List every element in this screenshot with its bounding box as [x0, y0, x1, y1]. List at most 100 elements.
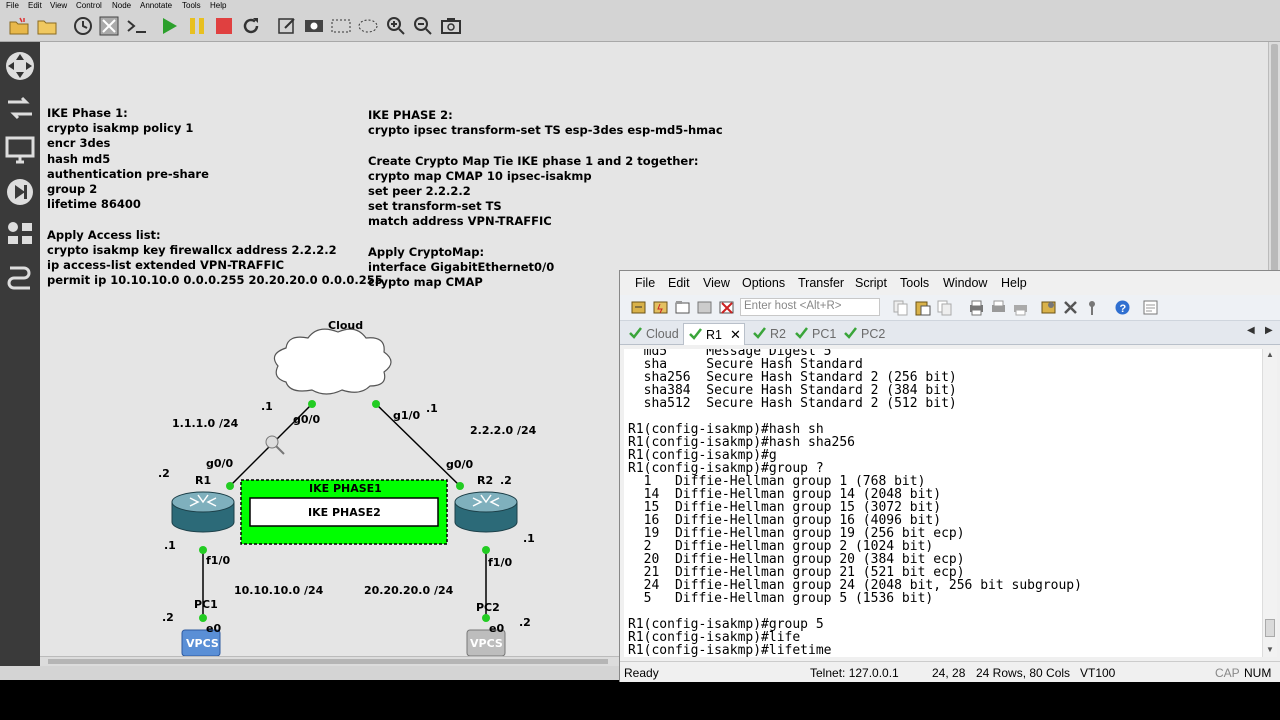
crt-statusbar: Ready Telnet: 127.0.0.1 24, 28 24 Rows, … — [620, 661, 1280, 683]
port-up-indicator — [308, 400, 316, 408]
menu-help[interactable]: Help — [210, 1, 226, 10]
port-up-indicator — [482, 546, 490, 554]
tab-r1-label: R1 — [706, 328, 722, 342]
keymap-icon[interactable] — [1084, 299, 1101, 316]
draw-rectangle-icon[interactable] — [330, 15, 352, 37]
canvas-horizontal-scroll-thumb[interactable] — [48, 659, 608, 664]
net-left-label: 1.1.1.0 /24 — [172, 417, 239, 430]
terminal-scrollbar[interactable]: ▲ ▼ — [1262, 349, 1277, 657]
svg-text:?: ? — [1120, 303, 1127, 315]
connect-tab-icon[interactable] — [674, 299, 691, 316]
port-up-indicator — [372, 400, 380, 408]
crt-host-input[interactable]: Enter host <Alt+R> — [740, 298, 880, 316]
stop-all-icon[interactable] — [213, 15, 235, 37]
menu-file[interactable]: File — [6, 1, 19, 10]
magnifier-cursor-icon — [265, 435, 285, 455]
suspend-all-icon[interactable] — [186, 15, 208, 37]
scroll-down-icon[interactable]: ▼ — [1266, 645, 1274, 654]
check-icon — [795, 327, 808, 342]
crt-menu-edit[interactable]: Edit — [668, 276, 690, 290]
status-caps-lock: CAP — [1215, 666, 1240, 680]
router-r2-icon[interactable] — [454, 491, 518, 533]
lan-left-label: 10.10.10.0 /24 — [234, 584, 324, 597]
zoom-in-icon[interactable] — [385, 15, 407, 37]
scroll-up-icon[interactable]: ▲ — [1266, 350, 1274, 359]
canvas-horizontal-scrollbar[interactable] — [40, 656, 620, 666]
paste-icon[interactable] — [914, 299, 931, 316]
copy-icon[interactable] — [892, 299, 909, 316]
menu-tools[interactable]: Tools — [182, 1, 201, 10]
clock-icon[interactable] — [72, 15, 94, 37]
menu-view[interactable]: View — [50, 1, 67, 10]
tab-r2[interactable]: R2 — [748, 323, 790, 345]
global-options-icon[interactable] — [1062, 299, 1079, 316]
console-icon[interactable] — [126, 15, 148, 37]
quick-connect-icon[interactable] — [652, 299, 669, 316]
tab-pc2[interactable]: PC2 — [839, 323, 887, 345]
tab-scroll-left-icon[interactable]: ◀ — [1247, 325, 1255, 336]
log-session-icon[interactable] — [1142, 299, 1159, 316]
browse-all-devices-icon[interactable] — [4, 218, 36, 250]
gns3-bottom-panel — [0, 666, 620, 680]
zoom-out-icon[interactable] — [412, 15, 434, 37]
r1-g00-label: g0/0 — [206, 457, 234, 470]
browse-routers-icon[interactable] — [4, 50, 36, 82]
reconnect-icon[interactable] — [696, 299, 713, 316]
print-selection-icon[interactable] — [1012, 299, 1029, 316]
reload-icon[interactable] — [240, 15, 262, 37]
tab-pc1[interactable]: PC1 — [790, 323, 838, 345]
start-all-icon[interactable] — [158, 15, 180, 37]
open-folder-icon[interactable] — [36, 15, 58, 37]
crt-menu-window[interactable]: Window — [943, 276, 987, 290]
crt-menu-file[interactable]: File — [635, 276, 655, 290]
menu-node[interactable]: Node — [112, 1, 131, 10]
help-icon[interactable]: ? — [1114, 299, 1131, 316]
disconnect-icon[interactable] — [718, 299, 735, 316]
crt-session-tabs: Cloud R1 ✕ R2 PC1 PC2 ◀ ▶ — [620, 321, 1280, 345]
canvas-vertical-scroll-thumb[interactable] — [1271, 44, 1278, 274]
crt-menu-options[interactable]: Options — [742, 276, 785, 290]
browse-security-devices-icon[interactable] — [4, 176, 36, 208]
insert-picture-icon[interactable] — [303, 15, 325, 37]
add-note-icon[interactable] — [276, 15, 298, 37]
router-r1-icon[interactable] — [171, 491, 235, 533]
terminal-line: R1(config-isakmp)#lifetime — [628, 643, 832, 657]
menu-control[interactable]: Control — [76, 1, 102, 10]
tab-scroll-right-icon[interactable]: ▶ — [1265, 325, 1273, 336]
preferences-icon[interactable] — [98, 15, 120, 37]
add-link-icon[interactable] — [4, 260, 36, 292]
r1-f10-label: f1/0 — [206, 554, 231, 567]
close-tab-icon[interactable]: ✕ — [730, 327, 741, 343]
screenshot-icon[interactable] — [440, 15, 462, 37]
draw-ellipse-icon[interactable] — [357, 15, 379, 37]
crt-menu-help[interactable]: Help — [1001, 276, 1027, 290]
terminal-output[interactable]: md5 Message Digest 5 sha Secure Hash Sta… — [624, 349, 1262, 657]
print-icon[interactable] — [968, 299, 985, 316]
check-icon — [844, 327, 857, 342]
tab-cloud[interactable]: Cloud — [624, 323, 682, 345]
crt-menubar: File Edit View Options Transfer Script T… — [620, 271, 1280, 295]
crt-menu-transfer[interactable]: Transfer — [798, 276, 844, 290]
menu-annotate[interactable]: Annotate — [140, 1, 172, 10]
vpcs2-label: VPCS — [470, 637, 503, 650]
crt-menu-tools[interactable]: Tools — [900, 276, 929, 290]
connect-icon[interactable] — [630, 299, 647, 316]
session-options-icon[interactable] — [1040, 299, 1057, 316]
menu-edit[interactable]: Edit — [28, 1, 42, 10]
status-ready: Ready — [624, 666, 659, 680]
tab-cloud-label: Cloud — [646, 327, 679, 341]
new-project-icon[interactable] — [8, 15, 30, 37]
cloud-icon[interactable] — [273, 328, 392, 395]
tab-r1[interactable]: R1 ✕ — [683, 323, 745, 345]
r2-f10-label: f1/0 — [488, 556, 513, 569]
crt-menu-script[interactable]: Script — [855, 276, 887, 290]
port-up-indicator — [199, 546, 207, 554]
browse-end-devices-icon[interactable] — [4, 134, 36, 166]
print-setup-icon[interactable] — [990, 299, 1007, 316]
copy-paste-icon[interactable] — [936, 299, 953, 316]
crt-menu-view[interactable]: View — [703, 276, 730, 290]
tab-pc1-label: PC1 — [812, 327, 837, 341]
browse-switches-icon[interactable] — [4, 92, 36, 124]
terminal-scroll-thumb[interactable] — [1265, 619, 1275, 637]
r2-label: R2 — [477, 474, 494, 487]
